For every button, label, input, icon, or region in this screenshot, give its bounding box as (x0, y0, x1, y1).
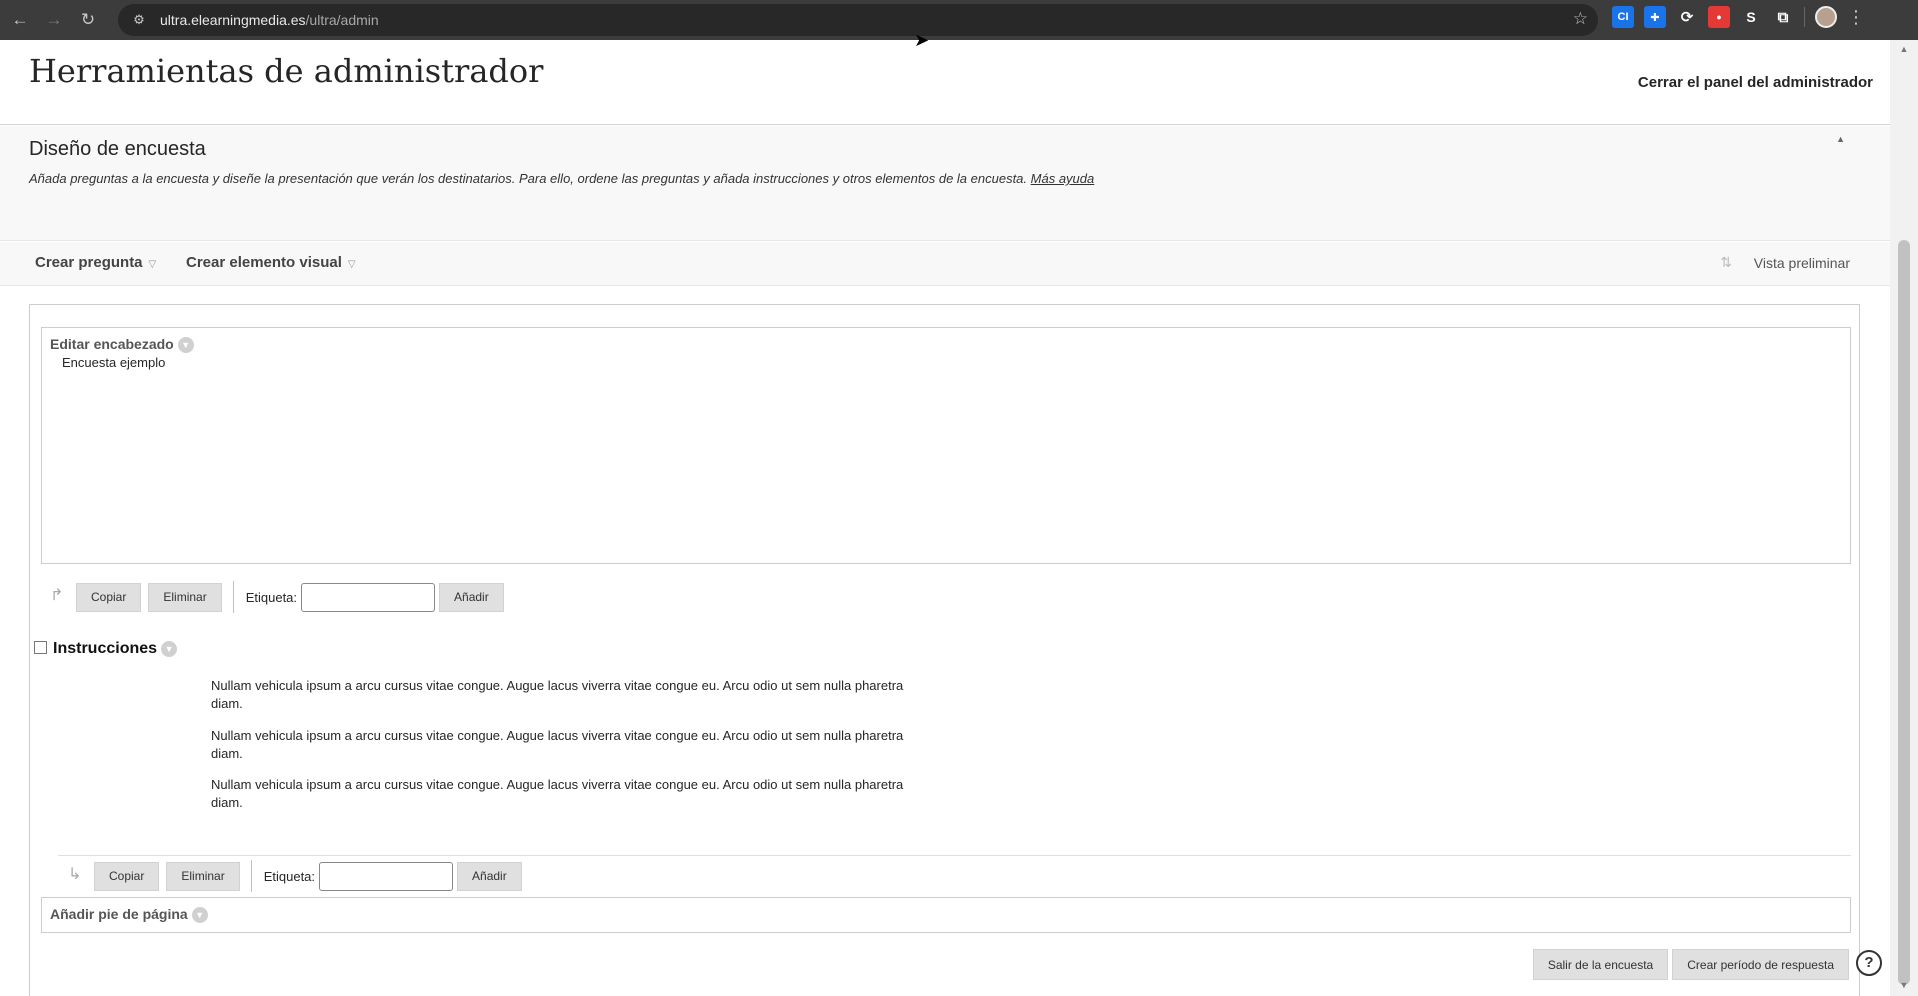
page-title: Herramientas de administrador (29, 52, 544, 90)
chevron-down-icon[interactable]: ▼ (177, 337, 194, 353)
address-bar[interactable]: ⚙ ultra.elearningmedia.es/ultra/admin ☆ (118, 4, 1598, 36)
url-path: /ultra/admin (305, 12, 379, 28)
survey-canvas: Editar encabezado ▼ Encuesta ejemplo ↱ Co… (29, 304, 1860, 996)
action-toolbar: Crear pregunta ▽ Crear elemento visual ▽ ⇅… (0, 242, 1890, 286)
browser-toolbar: ← → ↻ ⚙ ultra.elearningmedia.es/ultra/ad… (0, 0, 1918, 40)
create-question-menu[interactable]: Crear pregunta ▽ (35, 254, 156, 271)
collapse-up-icon[interactable]: ▲ (1836, 134, 1845, 144)
edit-header-title[interactable]: Editar encabezado ▼ (50, 336, 194, 353)
section-divider (58, 855, 1851, 856)
add-footer-label: Añadir pie de página (50, 906, 188, 922)
add-tag-button[interactable]: Añadir (439, 582, 504, 612)
bottom-buttons: Salir de la encuesta Crear período de re… (1532, 949, 1849, 980)
header-content-text: Encuesta ejemplo (62, 355, 166, 370)
instructions-action-row: ↳ Copiar Eliminar Etiqueta: Añadir (68, 860, 529, 892)
tag-label: Etiqueta: (245, 589, 298, 605)
instruction-paragraph: Nullam vehicula ipsum a arcu cursus vita… (211, 678, 904, 711)
extensions-bar: CI ✚ ⟳ ● S ⧉ ⋮ (1612, 6, 1865, 28)
reload-icon[interactable]: ↻ (74, 6, 102, 34)
close-admin-panel-link[interactable]: Cerrar el panel del administrador (1638, 74, 1873, 91)
forward-icon[interactable]: → (40, 6, 68, 34)
create-visual-label: Crear elemento visual (186, 254, 342, 271)
instruction-paragraph: Nullam vehicula ipsum a arcu cursus vita… (211, 777, 904, 810)
section-description: Añada preguntas a la encuesta y diseñe l… (29, 171, 1094, 186)
chevron-down-icon[interactable]: ▼ (191, 907, 208, 923)
create-visual-element-menu[interactable]: Crear elemento visual ▽ (186, 254, 356, 271)
instructions-title[interactable]: Instrucciones ▼ (53, 640, 178, 658)
site-info-icon[interactable]: ⚙ (128, 9, 150, 31)
delete-button[interactable]: Eliminar (148, 582, 222, 612)
page-scrollbar[interactable]: ▲ ▼ (1890, 40, 1918, 996)
url-host: ultra.elearningmedia.es (160, 12, 306, 28)
header-action-row: ↱ Copiar Eliminar Etiqueta: Añadir (50, 581, 511, 613)
survey-footer-box: Añadir pie de página ▼ (41, 897, 1851, 933)
instruction-paragraph: Nullam vehicula ipsum a arcu cursus vita… (211, 728, 904, 761)
divider (232, 581, 234, 613)
chevron-down-icon: ▽ (148, 259, 157, 270)
help-icon[interactable]: ? (1856, 950, 1882, 976)
admin-header: Herramientas de administrador Cerrar el … (0, 40, 1890, 125)
add-footer-title[interactable]: Añadir pie de página ▼ (50, 906, 208, 923)
page: Herramientas de administrador Cerrar el … (0, 40, 1890, 996)
create-response-period-button[interactable]: Crear período de respuesta (1672, 949, 1849, 980)
tag-input[interactable] (319, 861, 454, 891)
delete-button[interactable]: Eliminar (166, 861, 240, 891)
scroll-down-icon[interactable]: ▼ (1898, 980, 1910, 990)
tag-input[interactable] (301, 582, 436, 612)
bookmark-star-icon[interactable]: ☆ (1573, 9, 1588, 29)
chevron-down-icon: ▽ (347, 259, 356, 270)
plus-extension-icon[interactable]: ✚ (1644, 6, 1666, 28)
ci-extension-icon[interactable]: CI (1612, 6, 1634, 28)
scrollbar-thumb[interactable] (1898, 240, 1910, 985)
section-description-text: Añada preguntas a la encuesta y diseñe l… (29, 171, 1028, 186)
instructions-label: Instrucciones (53, 640, 158, 657)
more-help-link[interactable]: Más ayuda (1031, 171, 1095, 186)
profile-avatar[interactable] (1815, 6, 1837, 28)
mouse-cursor-icon: ➤ (914, 30, 930, 50)
browser-menu-icon[interactable]: ⋮ (1847, 7, 1865, 28)
red-extension-icon[interactable]: ● (1708, 6, 1730, 28)
survey-header-box: Editar encabezado ▼ Encuesta ejemplo (41, 327, 1851, 564)
edit-header-label: Editar encabezado (50, 336, 174, 352)
sort-icon[interactable]: ⇅ (1720, 254, 1732, 271)
puzzle-extension-icon[interactable]: ⧉ (1772, 6, 1794, 28)
s-extension-icon[interactable]: S (1740, 6, 1762, 28)
section-title: Diseño de encuesta (29, 138, 206, 160)
url-text[interactable]: ultra.elearningmedia.es/ultra/admin (160, 12, 379, 28)
copy-button[interactable]: Copiar (76, 582, 142, 612)
tag-label: Etiqueta: (263, 868, 316, 884)
survey-design-header: Diseño de encuesta Añada preguntas a la … (0, 126, 1890, 241)
instructions-checkbox[interactable] (34, 641, 47, 654)
copy-button[interactable]: Copiar (94, 861, 160, 891)
link-extension-icon[interactable]: ⟳ (1676, 6, 1698, 28)
add-tag-button[interactable]: Añadir (457, 861, 522, 891)
back-icon[interactable]: ← (6, 6, 34, 34)
preview-link[interactable]: Vista preliminar (1754, 255, 1850, 271)
hierarchy-arrow-icon: ↳ (68, 866, 82, 883)
scroll-up-icon[interactable]: ▲ (1898, 44, 1910, 54)
divider (250, 860, 252, 892)
create-question-label: Crear pregunta (35, 254, 143, 271)
hierarchy-arrow-icon: ↱ (50, 587, 64, 604)
toolbar-divider (1804, 7, 1805, 27)
exit-survey-button[interactable]: Salir de la encuesta (1532, 949, 1669, 980)
chevron-down-icon[interactable]: ▼ (161, 641, 178, 657)
